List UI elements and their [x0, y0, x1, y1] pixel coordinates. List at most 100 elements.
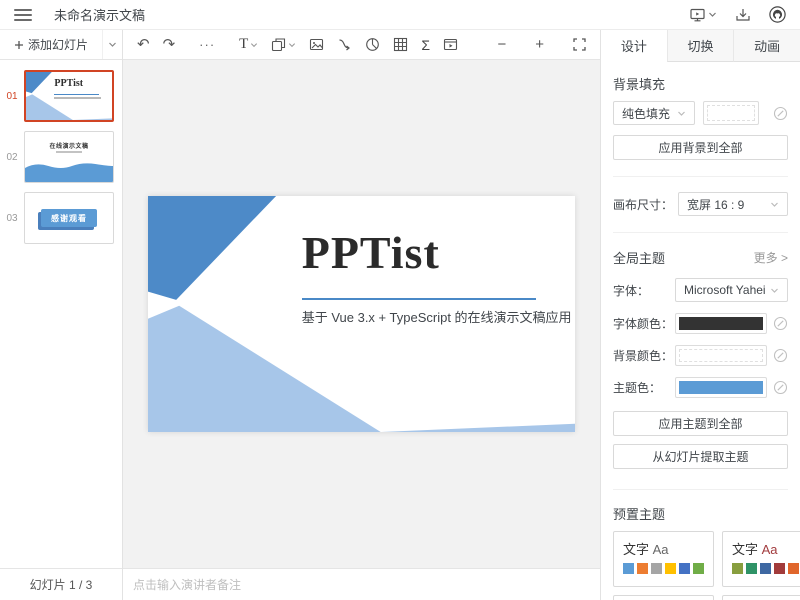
current-slide[interactable]: PPTist 基于 Vue 3.x + TypeScript 的在线演示文稿应用 [148, 196, 575, 432]
theme-card[interactable]: 文字 Aa [613, 531, 714, 587]
tab-transition[interactable]: 切换 [667, 30, 734, 62]
extract-theme-button[interactable]: 从幻灯片提取主题 [613, 444, 788, 469]
thumb-cover-divider [54, 94, 99, 95]
thumbnail-row-3: 03 感谢观看 [0, 192, 122, 244]
thumb-cover-title: PPTist [54, 78, 83, 89]
insert-table-button[interactable] [393, 37, 408, 52]
slide-thumbnail-3[interactable]: 感谢观看 [24, 192, 114, 244]
undo-icon[interactable]: ↶ [137, 37, 150, 52]
bg-color-swatch [679, 349, 763, 362]
formula-tool-icon: Σ [421, 37, 430, 53]
thumbnail-list: 01 PPTist 02 在线演示文稿 [0, 60, 122, 568]
line-tool-icon [337, 37, 352, 52]
present-button[interactable] [689, 7, 717, 23]
chevron-down-icon [288, 41, 296, 49]
font-color-label: 字体颜色： [613, 315, 675, 332]
font-color-picker[interactable] [675, 313, 767, 334]
theme-more-link[interactable]: 更多 > [754, 249, 788, 266]
theme-color-picker[interactable] [675, 377, 767, 398]
app-header: 未命名演示文稿 [0, 0, 800, 30]
design-panel: 设计 切换 动画 背景填充 纯色填充 应用背景到全部 画 [600, 30, 800, 600]
speaker-notes-bar [123, 568, 600, 600]
bg-color-label: 背景颜色： [613, 347, 675, 364]
slide-title-text[interactable]: PPTist [302, 226, 440, 279]
insert-chart-button[interactable] [365, 37, 380, 52]
slide-thumbnail-1[interactable]: PPTist [24, 70, 114, 122]
tab-animation[interactable]: 动画 [733, 30, 800, 62]
insert-line-button[interactable] [337, 37, 352, 52]
zoom-in-icon[interactable]: + [535, 36, 544, 53]
thumbnail-row-1: 01 PPTist [0, 70, 122, 122]
thumb2-subtitle-bar [56, 151, 82, 153]
theme-card-sample-text: 文字 Aa [623, 539, 704, 558]
insert-text-button[interactable]: T [239, 36, 258, 53]
tab-design[interactable]: 设计 [601, 30, 667, 62]
apply-background-all-button[interactable]: 应用背景到全部 [613, 135, 788, 160]
plus-icon [14, 40, 24, 50]
thumb3-end-banner: 感谢观看 [41, 209, 97, 227]
add-slide-button[interactable]: 添加幻灯片 [0, 30, 102, 59]
presentation-screen-icon [689, 7, 706, 23]
insert-formula-button[interactable]: Σ [421, 37, 430, 53]
slide-canvas-area[interactable]: PPTist 基于 Vue 3.x + TypeScript 的在线演示文稿应用 [123, 60, 600, 568]
palette-swatch [693, 563, 704, 574]
background-color-picker[interactable] [703, 101, 759, 125]
eyedropper-icon[interactable] [773, 316, 788, 331]
theme-card[interactable]: 文字 Aa [722, 595, 800, 600]
slide-thumbnails-panel: 添加幻灯片 01 PPTist 02 在 [0, 30, 123, 600]
fit-screen-icon[interactable] [573, 38, 586, 51]
redo-icon[interactable]: ↷ [163, 37, 176, 52]
slide-number: 01 [0, 70, 24, 122]
palette-swatch [732, 563, 743, 574]
export-button[interactable] [735, 7, 751, 23]
more-tools-icon[interactable]: ··· [199, 37, 215, 52]
theme-card[interactable]: 文字 Aa [722, 531, 800, 587]
canvas-size-select[interactable]: 宽屏 16 : 9 [678, 192, 788, 216]
thumb2-wave-shape [25, 160, 113, 182]
palette-swatch [760, 563, 771, 574]
main-menu-icon[interactable] [14, 9, 32, 21]
eyedropper-icon[interactable] [773, 348, 788, 363]
download-icon [735, 7, 751, 23]
palette-swatch [788, 563, 799, 574]
chevron-down-icon [770, 200, 779, 209]
theme-card-palette [732, 563, 800, 574]
table-tool-icon [393, 37, 408, 52]
shape-tool-icon [271, 37, 286, 52]
chevron-down-icon [250, 41, 258, 49]
font-select[interactable]: Microsoft Yahei [675, 278, 788, 302]
thumb-cover-subtitle-bar [54, 97, 100, 99]
font-label: 字体： [613, 282, 675, 299]
bg-color-picker[interactable] [675, 345, 767, 366]
design-panel-content: 背景填充 纯色填充 应用背景到全部 画布尺寸： 宽屏 16 : 9 [601, 62, 800, 600]
chart-tool-icon [365, 37, 380, 52]
background-color-swatch [707, 105, 755, 121]
slide-subtitle-text[interactable]: 基于 Vue 3.x + TypeScript 的在线演示文稿应用 [302, 307, 572, 326]
fill-type-select[interactable]: 纯色填充 [613, 101, 695, 125]
zoom-out-icon[interactable]: − [497, 36, 506, 53]
github-icon [769, 6, 786, 23]
theme-color-swatch [679, 381, 763, 394]
insert-image-button[interactable] [309, 37, 324, 52]
thumbnail-row-2: 02 在线演示文稿 [0, 131, 122, 183]
document-title[interactable]: 未命名演示文稿 [54, 5, 145, 24]
palette-swatch [651, 563, 662, 574]
insert-shape-button[interactable] [271, 37, 296, 52]
palette-swatch [637, 563, 648, 574]
github-link[interactable] [769, 6, 786, 23]
thumb2-title: 在线演示文稿 [25, 141, 113, 150]
chevron-down-icon [108, 40, 117, 49]
insert-media-button[interactable] [443, 37, 458, 52]
add-slide-dropdown[interactable] [102, 30, 122, 59]
global-theme-label: 全局主题 [613, 248, 665, 267]
speaker-notes-input[interactable] [133, 578, 590, 592]
eyedropper-icon[interactable] [773, 380, 788, 395]
media-tool-icon [443, 37, 458, 52]
theme-card[interactable]: 文字 Aa [613, 595, 714, 600]
palette-swatch [746, 563, 757, 574]
slide-number: 02 [0, 131, 24, 183]
palette-swatch [623, 563, 634, 574]
apply-theme-all-button[interactable]: 应用主题到全部 [613, 411, 788, 436]
slide-thumbnail-2[interactable]: 在线演示文稿 [24, 131, 114, 183]
eyedropper-icon[interactable] [773, 106, 788, 121]
